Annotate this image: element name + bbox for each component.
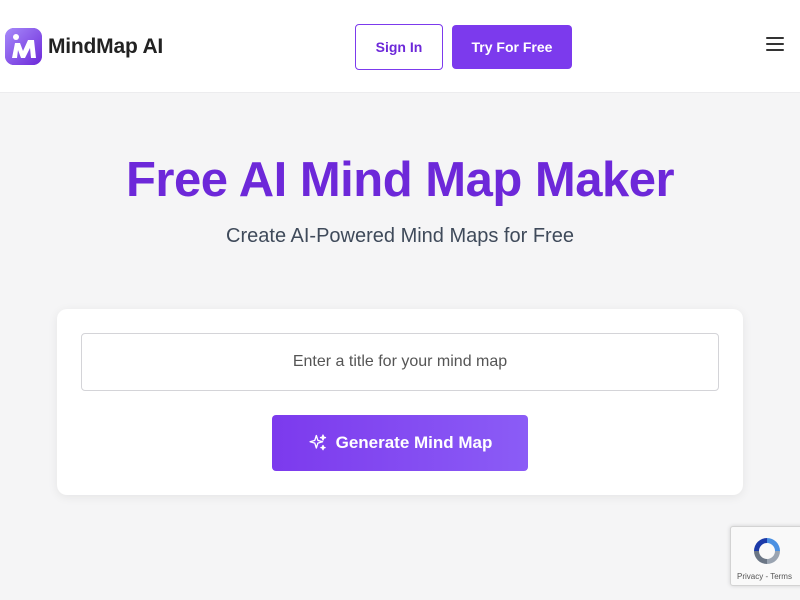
page-title: Free AI Mind Map Maker [125, 153, 675, 207]
page-subtitle: Create AI-Powered Mind Maps for Free [226, 225, 574, 247]
top-navigation-bar: MindMap AI Sign In Try For Free [0, 0, 800, 93]
brand-logo-link[interactable]: MindMap AI [5, 28, 163, 65]
generate-button-label: Generate Mind Map [335, 433, 493, 452]
mind-map-title-input[interactable] [81, 333, 719, 391]
sparkle-icon [309, 434, 326, 451]
sign-in-button[interactable]: Sign In [355, 24, 443, 70]
mindmap-logo-icon [5, 28, 42, 65]
mind-map-form-card: Generate Mind Map [57, 309, 743, 495]
recaptcha-privacy-terms[interactable]: Privacy - Terms [737, 572, 792, 581]
brand-name: MindMap AI [48, 34, 164, 58]
hamburger-menu-icon[interactable] [766, 37, 784, 51]
generate-mind-map-button[interactable]: Generate Mind Map [272, 415, 528, 471]
recaptcha-icon [754, 538, 780, 564]
try-for-free-button[interactable]: Try For Free [452, 25, 572, 69]
recaptcha-badge[interactable]: Privacy - Terms [730, 526, 800, 586]
